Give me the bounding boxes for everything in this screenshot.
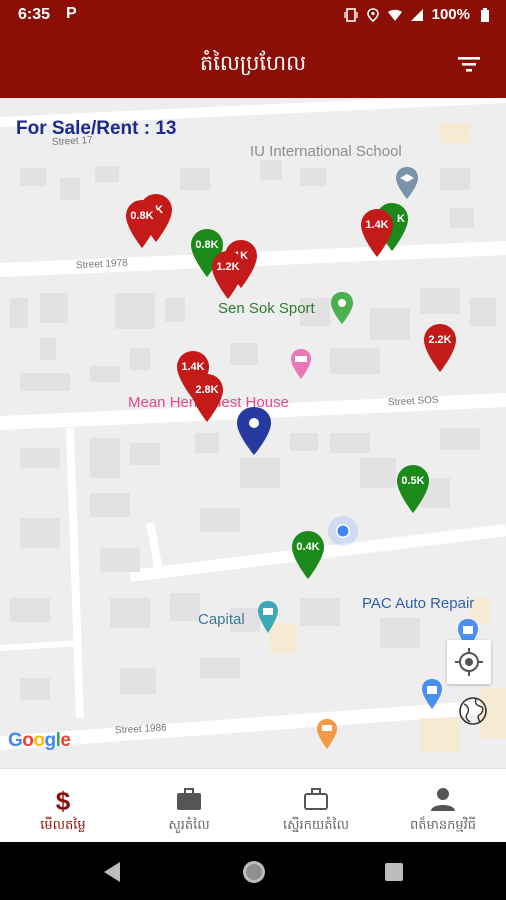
location-icon — [366, 7, 379, 22]
price-pin[interactable]: 1.4K — [360, 208, 394, 258]
globe-icon[interactable] — [458, 696, 488, 726]
google-logo: Google — [8, 730, 71, 751]
page-title: តំលៃប្រហែល — [199, 52, 307, 75]
filter-icon[interactable] — [456, 52, 482, 76]
restaurant-poi-icon[interactable] — [315, 718, 339, 750]
crosshair-icon — [455, 648, 483, 676]
home-icon[interactable] — [240, 858, 268, 886]
recents-icon[interactable] — [383, 861, 405, 883]
price-pin[interactable]: 0.8K — [125, 199, 159, 249]
nav-request-valuation[interactable]: ស្នើរកយតំលៃ — [253, 769, 379, 843]
status-time: 6:35 — [18, 6, 51, 23]
nav-ask-price[interactable]: សួរតំលៃ — [126, 769, 252, 843]
selected-location-pin[interactable] — [236, 406, 272, 456]
nav-label: ពត៏មានកម្មវិធី — [409, 817, 476, 832]
price-pin[interactable]: 0.4K — [291, 530, 325, 580]
wifi-icon — [387, 9, 402, 21]
nav-label: សួរតំលៃ — [168, 817, 210, 832]
status-icons: 100% — [343, 6, 492, 23]
person-icon — [431, 788, 455, 811]
nav-view-price[interactable]: $ មើលតម្លៃ — [0, 769, 126, 843]
svg-text:$: $ — [56, 786, 71, 813]
price-pin[interactable]: 2.8K — [190, 373, 224, 423]
price-pin[interactable]: 1.2K — [211, 250, 245, 300]
dollar-icon: $ — [56, 786, 71, 813]
bottom-navigation: $ មើលតម្លៃ សួរតំលៃ ស្នើរកយតំលៃ ពត៏មានកម្… — [0, 768, 506, 843]
system-nav-bar — [0, 842, 506, 900]
app-bar: តំលៃប្រហែល — [0, 30, 506, 98]
place-label-school: IU International School — [250, 143, 402, 160]
price-pin[interactable]: 0.5K — [396, 464, 430, 514]
app-badge: P — [66, 5, 77, 22]
battery-icon — [481, 7, 489, 22]
sport-poi-icon[interactable] — [329, 291, 355, 325]
price-pin[interactable]: 2.2K — [423, 323, 457, 373]
place-label-sport: Sen Sok Sport — [218, 300, 315, 317]
back-icon[interactable] — [100, 860, 124, 884]
hotel-poi-icon[interactable] — [289, 348, 313, 380]
vibrate-icon — [343, 7, 358, 22]
briefcase-filled-icon — [177, 788, 201, 810]
my-location-button[interactable] — [447, 640, 491, 684]
signal-icon — [410, 8, 423, 21]
nav-label: មើលតម្លៃ — [40, 817, 86, 832]
current-location-dot — [328, 516, 358, 546]
map-view[interactable]: IU International School Sen Sok Sport Me… — [0, 98, 506, 768]
bank-poi-icon[interactable] — [256, 600, 280, 634]
status-bar: 6:35 P 100% — [0, 0, 506, 30]
place-label-capital: Capital — [198, 611, 245, 628]
nav-app-info[interactable]: ពត៏មានកម្មវិធី — [380, 769, 506, 843]
school-icon[interactable] — [394, 166, 420, 200]
shop-poi-icon[interactable] — [420, 678, 444, 710]
listing-count: For Sale/Rent : 13 — [16, 118, 177, 139]
battery-percent: 100% — [431, 6, 470, 23]
nav-label: ស្នើរកយតំលៃ — [282, 817, 349, 832]
briefcase-outline-icon — [304, 788, 328, 810]
place-label-pac: PAC Auto Repair — [362, 595, 475, 612]
